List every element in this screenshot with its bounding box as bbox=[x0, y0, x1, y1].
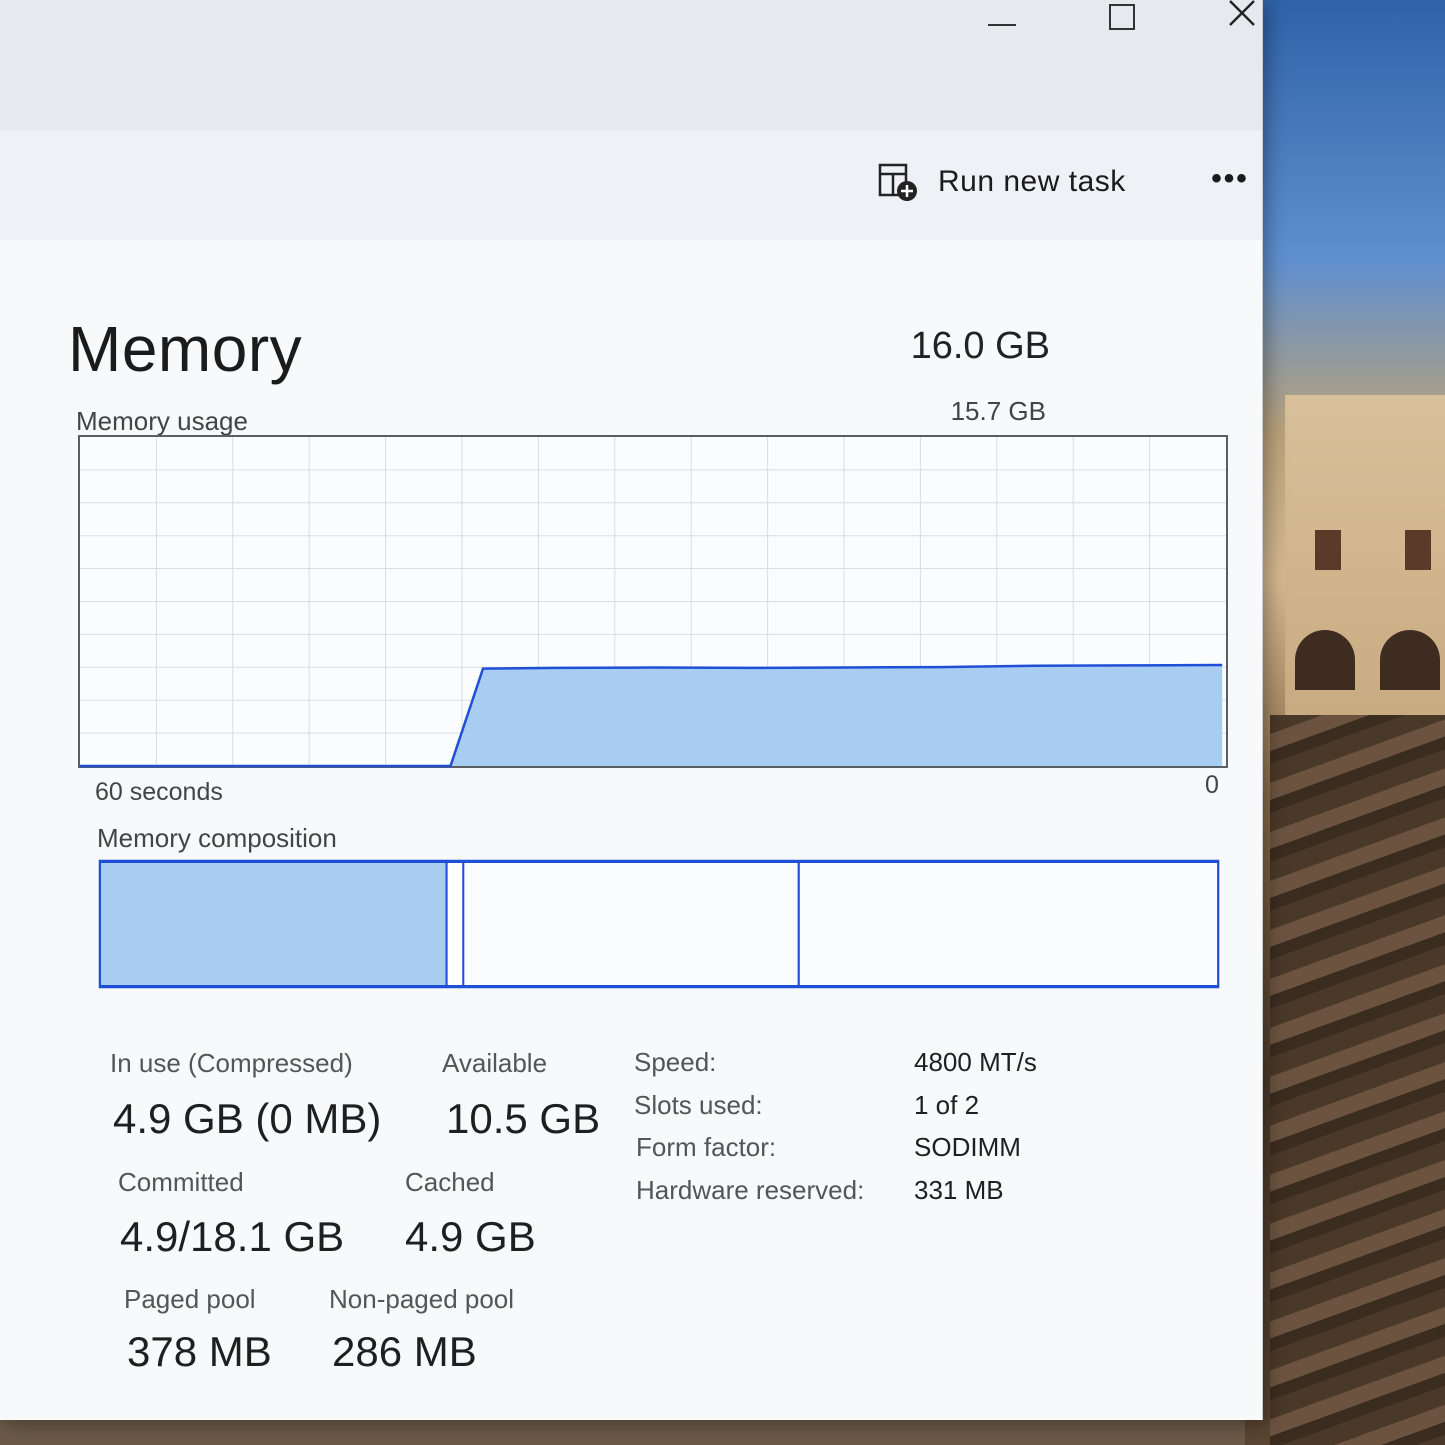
non-paged-pool-value: 286 MB bbox=[332, 1328, 477, 1375]
composition-standby-segment[interactable] bbox=[462, 861, 800, 987]
minimize-icon bbox=[988, 24, 1016, 26]
hardware-reserved-value: 331 MB bbox=[914, 1175, 1004, 1205]
graph-axis-right-label: 0 bbox=[1205, 771, 1219, 799]
committed-value: 4.9/18.1 GB bbox=[120, 1213, 345, 1260]
speed-label: Speed: bbox=[634, 1047, 717, 1077]
close-icon bbox=[1229, 0, 1255, 26]
available-label: Available bbox=[442, 1048, 548, 1078]
memory-composition-bar bbox=[98, 859, 1220, 989]
memory-composition-label: Memory composition bbox=[97, 823, 337, 853]
graph-axis-left-label: 60 seconds bbox=[95, 778, 223, 806]
available-value: 10.5 GB bbox=[446, 1095, 601, 1142]
memory-usage-max: 15.7 GB bbox=[950, 396, 1046, 426]
minimize-button[interactable] bbox=[972, 0, 1032, 40]
run-new-task-button[interactable]: Run new task bbox=[878, 160, 1126, 204]
desktop-wallpaper bbox=[1245, 0, 1445, 1445]
composition-free-segment[interactable] bbox=[797, 861, 1220, 987]
maximize-button[interactable] bbox=[1092, 0, 1152, 40]
form-factor-value: SODIMM bbox=[914, 1132, 1021, 1162]
non-paged-pool-label: Non-paged pool bbox=[329, 1284, 515, 1314]
form-factor-label: Form factor: bbox=[636, 1132, 777, 1162]
memory-total: 16.0 GB bbox=[910, 325, 1050, 367]
memory-usage-graph bbox=[78, 435, 1228, 768]
more-options-button[interactable]: ••• bbox=[1205, 162, 1255, 202]
composition-modified-segment[interactable] bbox=[445, 861, 465, 987]
paged-pool-value: 378 MB bbox=[127, 1328, 272, 1375]
title-bar bbox=[0, 0, 1262, 130]
composition-in-use-segment[interactable] bbox=[99, 861, 448, 987]
committed-label: Committed bbox=[118, 1167, 244, 1197]
in-use-label: In use (Compressed) bbox=[110, 1048, 353, 1078]
slots-used-value: 1 of 2 bbox=[914, 1090, 980, 1120]
memory-usage-label: Memory usage bbox=[76, 406, 248, 436]
run-new-task-label: Run new task bbox=[938, 165, 1126, 198]
page-title: Memory bbox=[68, 313, 303, 385]
maximize-icon bbox=[1109, 4, 1135, 30]
task-manager-window: Run new task ••• Memory 16.0 GB Memory u… bbox=[0, 0, 1263, 1420]
close-button[interactable] bbox=[1212, 0, 1272, 40]
slots-used-label: Slots used: bbox=[634, 1090, 763, 1120]
wallpaper-cliff bbox=[1270, 715, 1445, 1445]
cached-label: Cached bbox=[405, 1167, 495, 1197]
run-task-icon bbox=[878, 162, 918, 202]
hardware-reserved-label: Hardware reserved: bbox=[636, 1175, 865, 1205]
in-use-value: 4.9 GB (0 MB) bbox=[113, 1095, 382, 1142]
paged-pool-label: Paged pool bbox=[124, 1284, 256, 1314]
wallpaper-building bbox=[1285, 395, 1445, 715]
speed-value: 4800 MT/s bbox=[914, 1047, 1037, 1077]
cached-value: 4.9 GB bbox=[405, 1213, 536, 1260]
